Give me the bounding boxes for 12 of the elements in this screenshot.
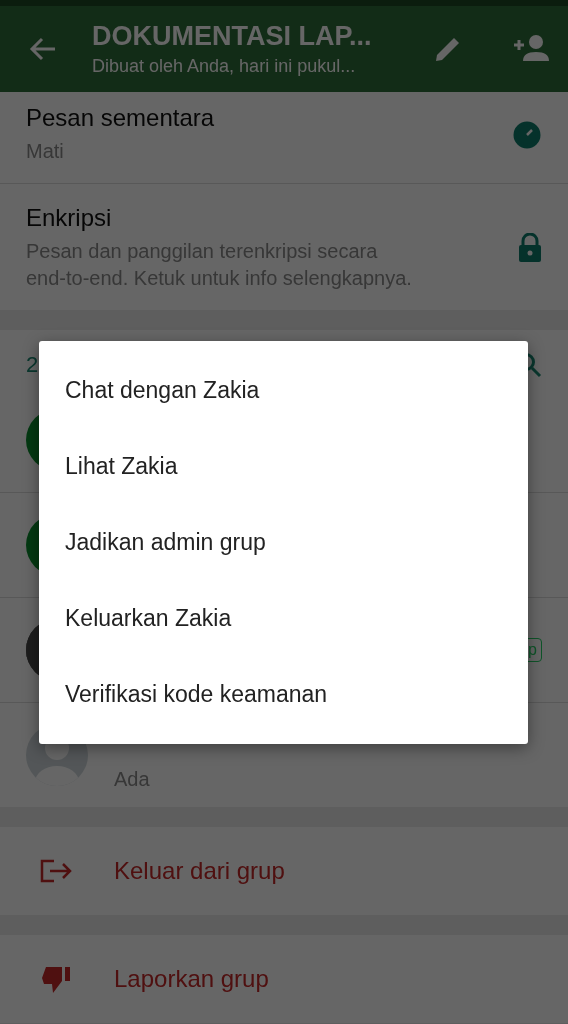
participant-count: 2 [26, 352, 39, 378]
setting-title: Enkripsi [26, 204, 113, 232]
lock-icon [518, 233, 542, 263]
setting-title: Pesan sementara [26, 104, 216, 132]
exit-icon [40, 859, 72, 883]
group-title: DOKUMENTASI LAP... [92, 21, 373, 52]
menu-item[interactable]: Chat dengan Zakia [39, 352, 528, 429]
timer-icon [512, 119, 542, 150]
menu-item[interactable]: Jadikan admin grup [39, 504, 528, 581]
group-subtitle: Dibuat oleh Anda, hari ini pukul... [92, 56, 357, 77]
menu-item[interactable]: Lihat Zakia [39, 428, 528, 505]
thumbs-down-icon [40, 964, 72, 994]
